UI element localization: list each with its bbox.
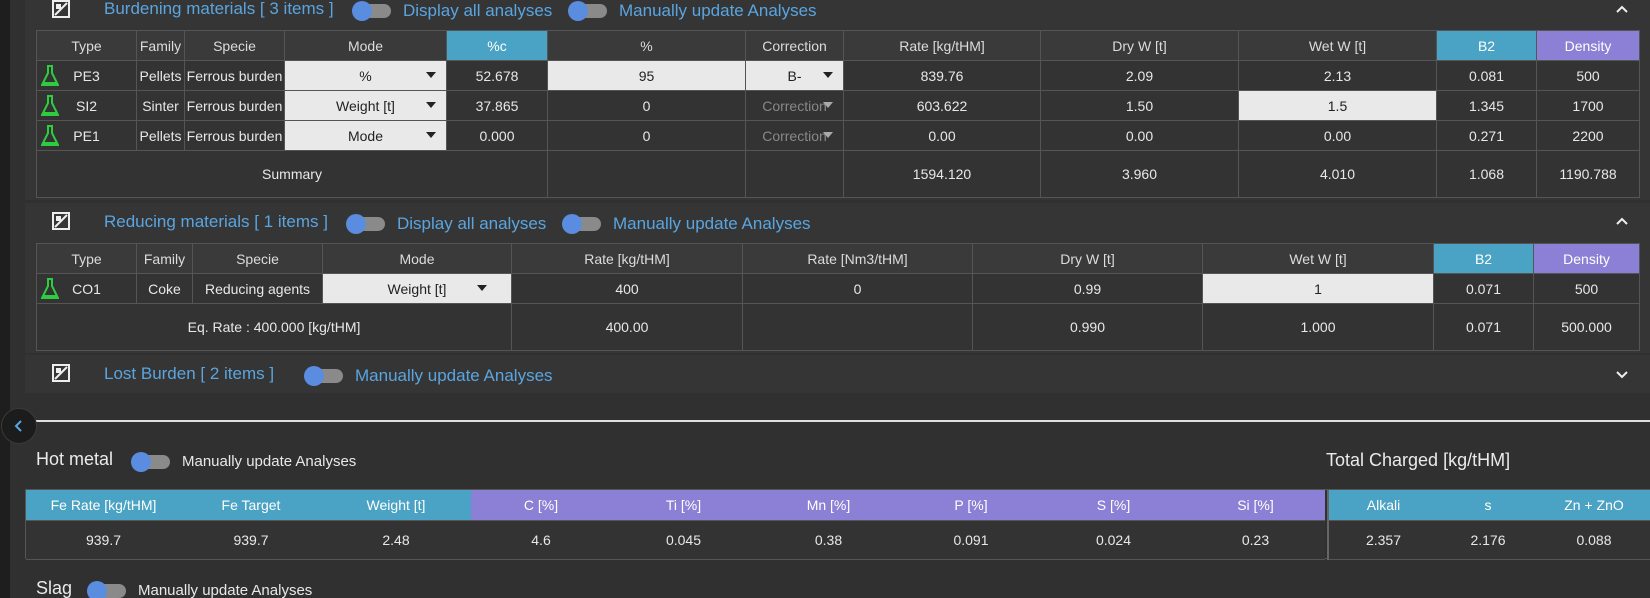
wet-input[interactable]: 1.5 (1238, 90, 1437, 121)
chevron-left-icon (14, 420, 22, 432)
col-dry[interactable]: Dry W [t] (1040, 30, 1239, 61)
image-edit-icon (52, 0, 70, 18)
col-rate[interactable]: Rate [kg/tHM] (843, 30, 1041, 61)
mode-select[interactable]: Weight [t] (322, 273, 512, 304)
mode-select[interactable]: Mode (284, 120, 447, 151)
col-type[interactable]: Type (36, 30, 137, 61)
flask-icon[interactable] (41, 95, 59, 117)
reducing-title[interactable]: Reducing materials [ 1 items ] (104, 212, 328, 232)
hot-metal-manual-toggle[interactable]: Manually update Analyses (131, 451, 356, 472)
dropdown-arrow-icon (426, 132, 436, 138)
table-row: 939.7 939.7 2.48 4.6 0.045 0.38 0.091 0.… (26, 520, 1325, 560)
chevron-down-icon[interactable] (1614, 367, 1630, 383)
col-mode[interactable]: Mode (284, 30, 447, 61)
burdening-table: Type Family Specie Mode %c % Correction … (36, 30, 1640, 198)
slag-manual-toggle[interactable]: Manually update Analyses (87, 580, 312, 598)
total-charged-table: Alkali s Zn + ZnO 2.357 2.176 0.088 (1327, 490, 1650, 560)
section-divider (25, 420, 1650, 422)
dropdown-arrow-icon (477, 285, 487, 291)
dropdown-arrow-icon (823, 102, 833, 108)
table-header-row: Type Family Specie Mode %c % Correction … (36, 30, 1640, 61)
chevron-up-icon[interactable] (1614, 213, 1630, 229)
collapse-sidebar-button[interactable] (1, 408, 37, 444)
lost-burden-header[interactable]: Lost Burden [ 2 items ] Manually update … (25, 355, 1650, 391)
col-specie[interactable]: Specie (184, 30, 285, 61)
reducing-header[interactable]: Reducing materials [ 1 items ] Display a… (25, 203, 1650, 239)
flask-icon[interactable] (41, 125, 59, 147)
burdening-panel: Burdening materials [ 3 items ] Display … (25, 0, 1650, 200)
manually-update-toggle[interactable]: Manually update Analyses (304, 366, 553, 386)
pct-input[interactable]: 95 (547, 60, 746, 91)
col-family[interactable]: Family (136, 30, 185, 61)
display-all-analyses-toggle[interactable]: Display all analyses (352, 1, 552, 21)
summary-row: Eq. Rate : 400.000 [kg/tHM] 400.00 0.990… (36, 303, 1640, 351)
manually-update-toggle[interactable]: Manually update Analyses (562, 214, 811, 234)
col-correction[interactable]: Correction (745, 30, 844, 61)
table-row[interactable]: SI2 Sinter Ferrous burden Weight [t] 37.… (36, 90, 1640, 121)
table-row: 2.357 2.176 0.088 (1328, 520, 1650, 560)
left-sidebar-edge (0, 0, 10, 598)
correction-select[interactable]: Correction (745, 90, 844, 121)
hot-metal-table-wrap: Fe Rate [kg/tHM] Fe Target Weight [t] C … (25, 489, 1650, 560)
mode-select[interactable]: Weight [t] (284, 90, 447, 121)
reducing-panel: Reducing materials [ 1 items ] Display a… (25, 203, 1650, 353)
wet-input[interactable]: 1 (1202, 273, 1434, 304)
image-edit-icon (52, 212, 70, 230)
hot-metal-table: Fe Rate [kg/tHM] Fe Target Weight [t] C … (26, 490, 1325, 560)
lost-burden-panel: Lost Burden [ 2 items ] Manually update … (25, 355, 1650, 393)
mode-select[interactable]: % (284, 60, 447, 91)
col-density[interactable]: Density (1536, 30, 1640, 61)
table-header-row: Type Family Specie Mode Rate [kg/tHM] Ra… (36, 243, 1640, 274)
table-row[interactable]: PE1 Pellets Ferrous burden Mode 0.000 0 … (36, 120, 1640, 151)
table-header-row: Alkali s Zn + ZnO (1328, 490, 1650, 521)
table-header-row: Fe Rate [kg/tHM] Fe Target Weight [t] C … (26, 490, 1325, 521)
col-wet[interactable]: Wet W [t] (1238, 30, 1437, 61)
correction-select[interactable]: B- (745, 60, 844, 91)
table-row[interactable]: CO1 Coke Reducing agents Weight [t] 400 … (36, 273, 1640, 304)
dropdown-arrow-icon (823, 132, 833, 138)
flask-icon[interactable] (41, 65, 59, 87)
hot-metal-title: Hot metal (36, 449, 114, 469)
reducing-table: Type Family Specie Mode Rate [kg/tHM] Ra… (36, 243, 1640, 351)
chevron-up-icon[interactable] (1614, 1, 1630, 17)
table-row[interactable]: PE3 Pellets Ferrous burden % 52.678 95 B… (36, 60, 1640, 91)
dropdown-arrow-icon (426, 102, 436, 108)
dropdown-arrow-icon (823, 72, 833, 78)
col-pc[interactable]: %c (446, 30, 548, 61)
burdening-title[interactable]: Burdening materials [ 3 items ] (104, 0, 334, 19)
display-all-analyses-toggle[interactable]: Display all analyses (346, 214, 546, 234)
burdening-header[interactable]: Burdening materials [ 3 items ] Display … (25, 0, 1650, 27)
flask-icon[interactable] (41, 278, 59, 300)
total-charged-title: Total Charged [kg/tHM] (1326, 450, 1511, 470)
lost-burden-title[interactable]: Lost Burden [ 2 items ] (104, 364, 274, 384)
col-pct[interactable]: % (547, 30, 746, 61)
col-b2[interactable]: B2 (1436, 30, 1537, 61)
manually-update-toggle[interactable]: Manually update Analyses (568, 1, 817, 21)
summary-row: Summary 1594.120 3.960 4.010 1.068 1190.… (36, 150, 1640, 198)
dropdown-arrow-icon (426, 72, 436, 78)
correction-select[interactable]: Correction (745, 120, 844, 151)
image-edit-icon (52, 364, 70, 382)
slag-title: Slag (36, 578, 73, 598)
